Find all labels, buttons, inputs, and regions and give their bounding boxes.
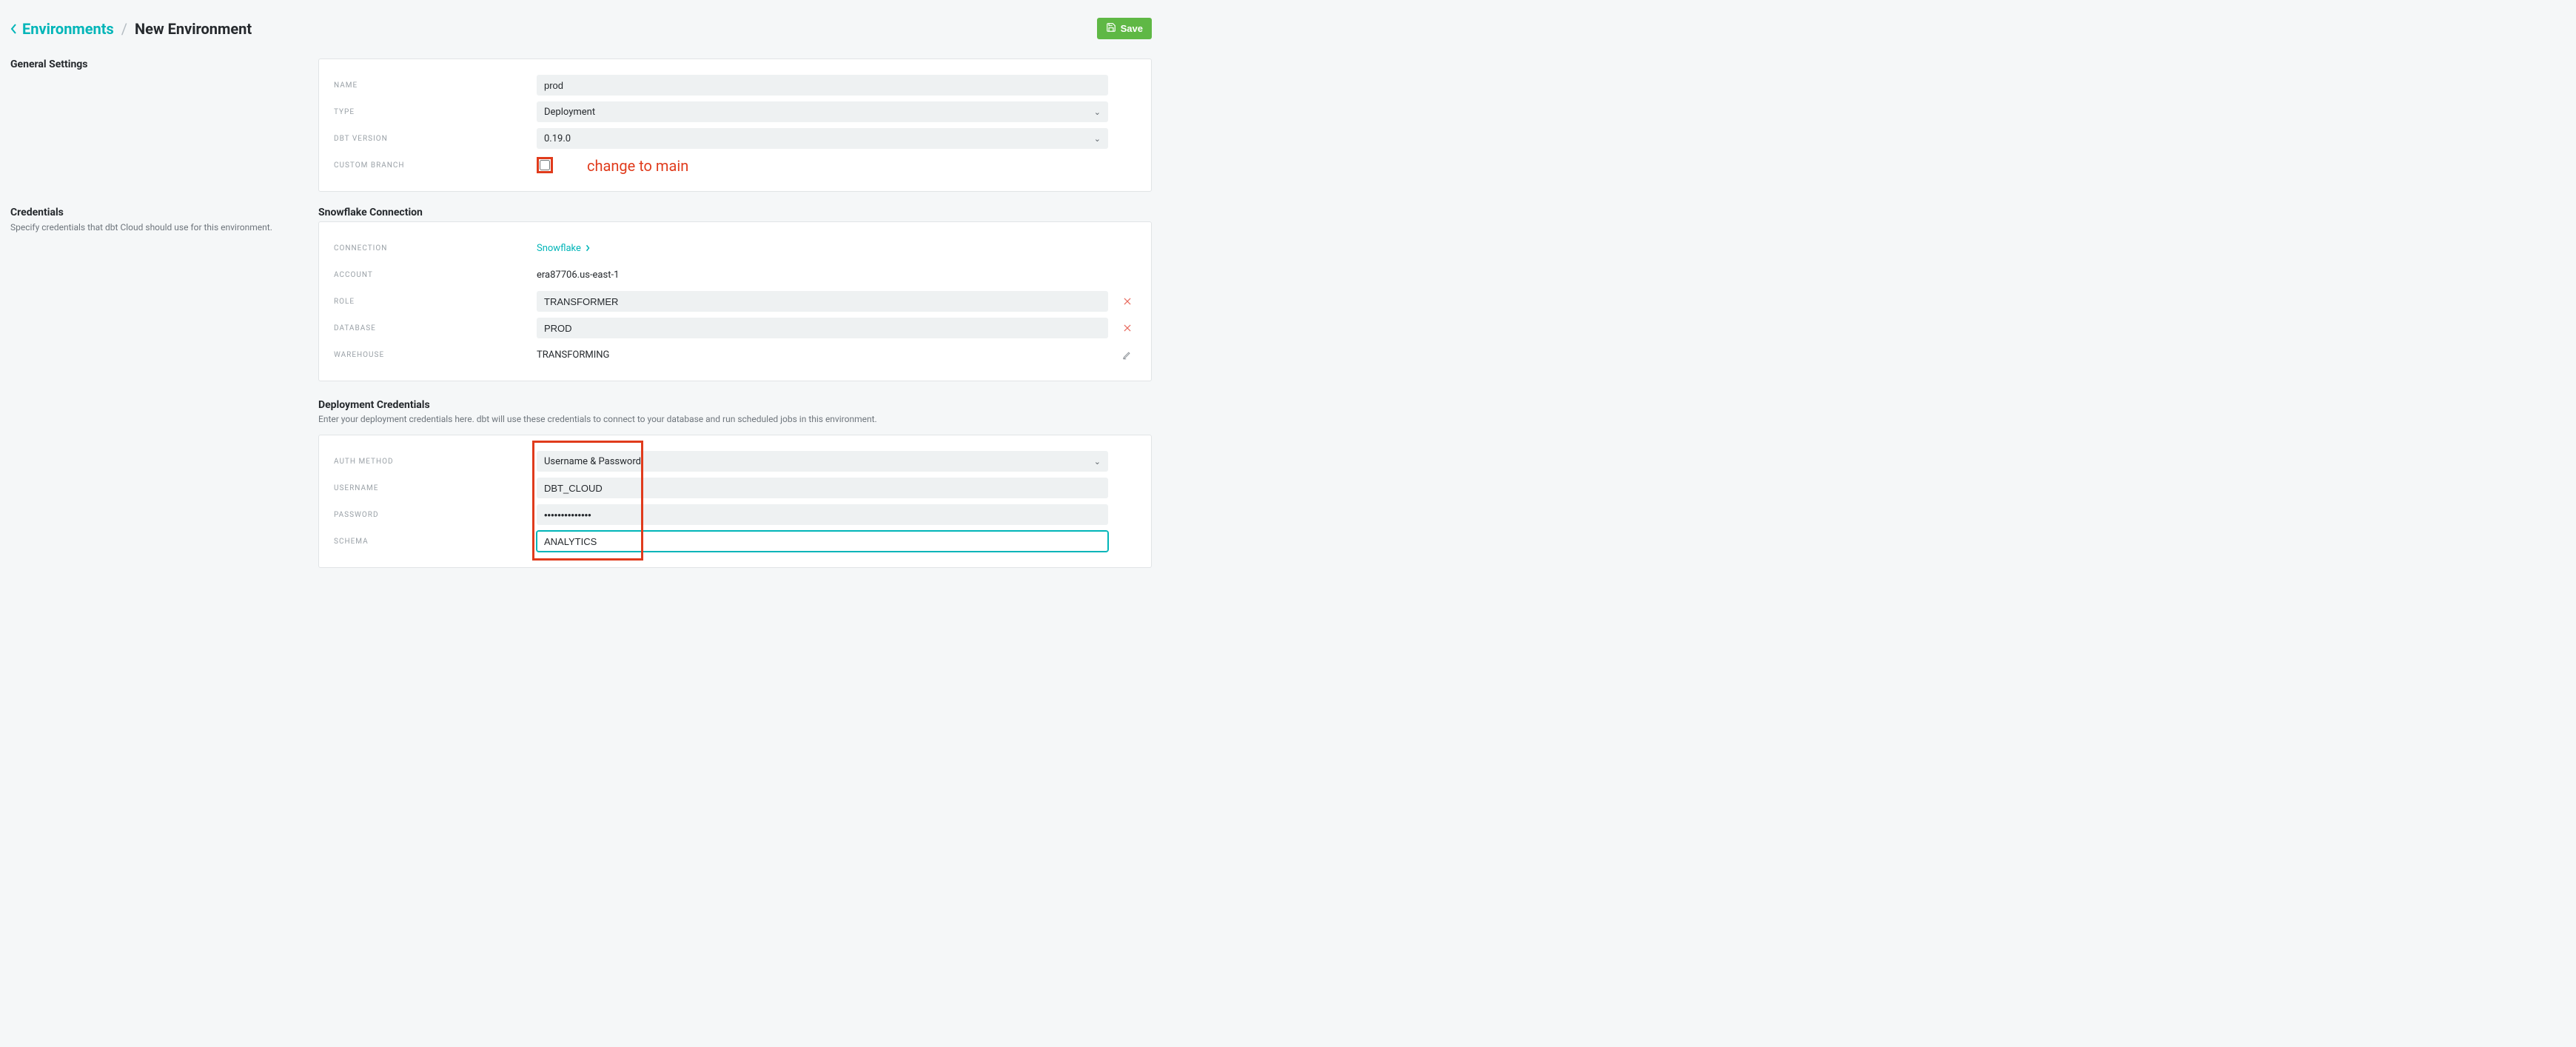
close-icon xyxy=(1122,323,1133,333)
section-desc-credentials: Specify credentials that dbt Cloud shoul… xyxy=(10,221,301,234)
clear-role-button[interactable] xyxy=(1118,296,1136,307)
auth-method-select-value: Username & Password xyxy=(544,456,641,467)
connection-link[interactable]: Snowflake xyxy=(537,243,590,254)
account-value: era87706.us-east-1 xyxy=(537,270,1108,281)
label-warehouse: WAREHOUSE xyxy=(334,351,526,359)
auth-method-select[interactable]: Username & Password ⌄ xyxy=(537,451,1108,472)
label-account: ACCOUNT xyxy=(334,271,526,279)
edit-warehouse-button[interactable] xyxy=(1118,349,1136,360)
label-database: DATABASE xyxy=(334,324,526,332)
save-icon xyxy=(1106,22,1116,35)
save-button-label: Save xyxy=(1121,23,1143,34)
username-input[interactable] xyxy=(537,478,1108,498)
warehouse-value: TRANSFORMING xyxy=(537,349,1108,361)
type-select-value: Deployment xyxy=(544,107,595,118)
type-select[interactable]: Deployment ⌄ xyxy=(537,101,1108,122)
dbt-version-select[interactable]: 0.19.0 ⌄ xyxy=(537,128,1108,149)
password-input[interactable] xyxy=(537,504,1108,525)
label-password: PASSWORD xyxy=(334,511,526,519)
schema-input[interactable] xyxy=(537,531,1108,552)
subheading-snowflake-connection: Snowflake Connection xyxy=(318,207,1152,218)
role-input[interactable] xyxy=(537,291,1108,312)
label-connection: CONNECTION xyxy=(334,244,526,252)
name-input[interactable] xyxy=(537,75,1108,96)
chevron-down-icon: ⌄ xyxy=(1094,134,1101,144)
label-custom-branch: CUSTOM BRANCH xyxy=(334,161,526,170)
general-settings-panel: NAME TYPE Deployment ⌄ DBT VERSION 0.19. xyxy=(318,58,1152,192)
clear-database-button[interactable] xyxy=(1118,323,1136,333)
label-auth-method: AUTH METHOD xyxy=(334,458,526,466)
save-button[interactable]: Save xyxy=(1097,18,1152,39)
database-input[interactable] xyxy=(537,318,1108,338)
back-icon[interactable] xyxy=(10,23,18,35)
chevron-down-icon: ⌄ xyxy=(1094,107,1101,117)
close-icon xyxy=(1122,296,1133,307)
subheading-deployment-credentials: Deployment Credentials xyxy=(318,399,1152,411)
subdesc-deployment-credentials: Enter your deployment credentials here. … xyxy=(318,414,1152,424)
custom-branch-checkbox[interactable] xyxy=(540,160,550,170)
label-type: TYPE xyxy=(334,108,526,116)
section-heading-credentials: Credentials xyxy=(10,207,301,218)
dbt-version-select-value: 0.19.0 xyxy=(544,133,571,144)
snowflake-connection-panel: CONNECTION Snowflake ACCOUNT era87706.us… xyxy=(318,221,1152,381)
label-dbt-version: DBT VERSION xyxy=(334,135,526,143)
breadcrumb-separator: / xyxy=(114,20,135,38)
label-name: NAME xyxy=(334,81,526,90)
deployment-credentials-panel: AUTH METHOD Username & Password ⌄ USERNA… xyxy=(318,435,1152,568)
label-schema: SCHEMA xyxy=(334,538,526,546)
chevron-down-icon: ⌄ xyxy=(1094,457,1101,466)
chevron-right-icon xyxy=(586,244,590,252)
breadcrumb: Environments / New Environment xyxy=(10,20,252,38)
breadcrumb-parent-link[interactable]: Environments xyxy=(22,20,114,38)
label-username: USERNAME xyxy=(334,484,526,492)
page-title: New Environment xyxy=(135,20,252,38)
connection-link-text: Snowflake xyxy=(537,243,581,254)
pencil-icon xyxy=(1122,349,1133,360)
label-role: ROLE xyxy=(334,298,526,306)
section-heading-general: General Settings xyxy=(10,58,301,70)
